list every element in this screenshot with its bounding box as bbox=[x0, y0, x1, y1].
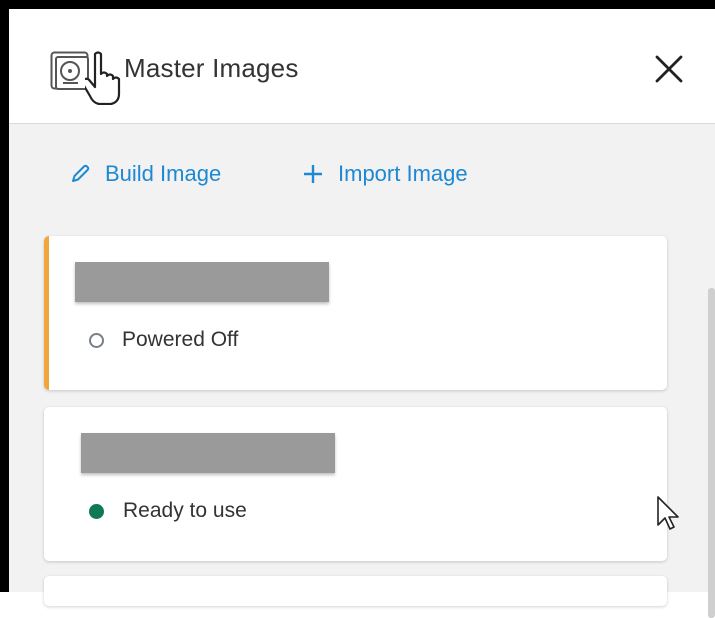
ready-status-icon bbox=[89, 503, 104, 519]
toolbar: Build Image Import Image bbox=[9, 124, 715, 222]
status-label: Powered Off bbox=[122, 328, 239, 351]
image-card[interactable]: Powered Off bbox=[44, 236, 667, 390]
panel-body: Build Image Import Image Powered Off Rea… bbox=[9, 124, 715, 618]
arrow-cursor-icon bbox=[657, 496, 679, 530]
scrollbar[interactable] bbox=[708, 288, 715, 618]
image-card[interactable] bbox=[44, 576, 667, 606]
powered-off-status-icon bbox=[89, 332, 104, 348]
build-image-label: Build Image bbox=[105, 161, 222, 186]
image-status: Powered Off bbox=[89, 328, 238, 352]
image-card[interactable]: Ready to use bbox=[44, 407, 667, 561]
close-icon[interactable] bbox=[649, 49, 689, 89]
pencil-icon bbox=[72, 164, 90, 182]
import-image-label: Import Image bbox=[338, 161, 468, 186]
hand-cursor-icon bbox=[85, 51, 121, 105]
plus-icon bbox=[304, 165, 322, 183]
panel-title: Master Images bbox=[124, 53, 299, 83]
import-image-button[interactable]: Import Image bbox=[302, 160, 468, 188]
redacted-image-name bbox=[75, 262, 329, 302]
selected-accent-bar bbox=[44, 236, 49, 390]
build-image-button[interactable]: Build Image bbox=[69, 160, 221, 188]
image-status: Ready to use bbox=[89, 499, 247, 523]
status-label: Ready to use bbox=[123, 499, 247, 522]
redacted-image-name bbox=[81, 433, 335, 473]
panel-header: Master Images bbox=[9, 9, 715, 124]
